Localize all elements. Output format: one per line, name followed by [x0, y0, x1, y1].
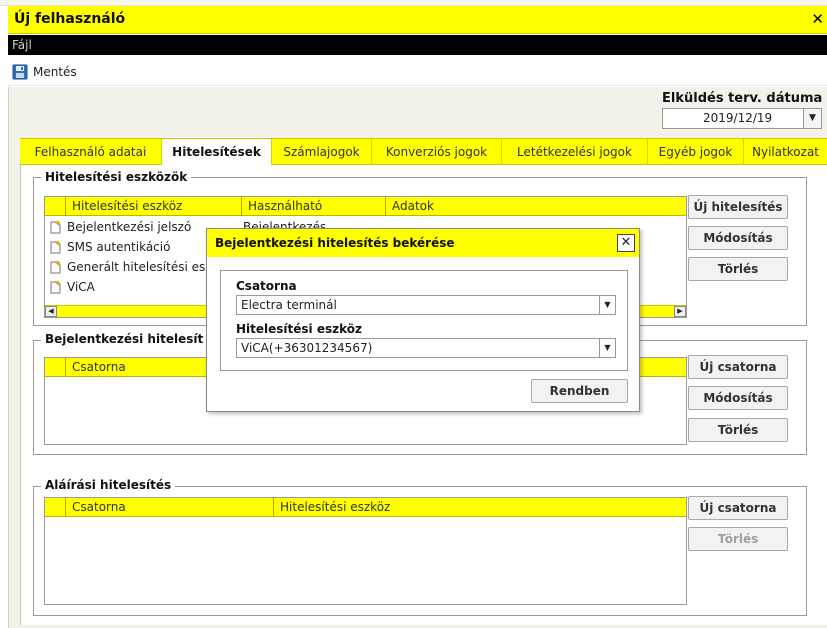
header-cell-channel[interactable]: Csatorna [66, 498, 274, 517]
new-document-icon [50, 240, 61, 254]
auth-tools-title: Hitelesítési eszközök [41, 170, 192, 184]
scroll-right-icon[interactable]: ▶ [674, 306, 686, 317]
scroll-left-icon[interactable]: ◀ [45, 306, 57, 317]
window-title: Új felhasználó [14, 11, 126, 27]
dialog-title: Bejelentkezési hitelesítés bekérése [215, 236, 455, 250]
channel-select[interactable]: Electra terminál ▼ [236, 295, 616, 315]
row-tool: ViCA [67, 280, 95, 294]
dialog-title-bar: Bejelentkezési hitelesítés bekérése ✕ [207, 229, 639, 257]
new-channel-button[interactable]: Új csatorna [688, 355, 788, 379]
header-cell-usable[interactable]: Használható [242, 197, 386, 216]
window-title-bar: Új felhasználó ✕ [8, 6, 827, 34]
row-tool: SMS autentikáció [67, 240, 171, 254]
new-document-icon [50, 260, 61, 274]
row-tool: Bejelentkezési jelszó [67, 220, 192, 234]
header-cell-select [45, 197, 66, 216]
header-cell-data[interactable]: Adatok [386, 197, 686, 216]
header-cell-tool[interactable]: Hitelesítési eszköz [66, 197, 242, 216]
tab-conversion-rights[interactable]: Konverziós jogok [372, 139, 502, 165]
delete-channel-button[interactable]: Törlés [688, 418, 788, 442]
tab-authentications[interactable]: Hitelesítések [162, 139, 272, 166]
grid-header: Csatorna Hitelesítési eszköz [45, 498, 686, 517]
chevron-down-icon[interactable]: ▼ [803, 109, 821, 128]
device-label: Hitelesítési eszköz [236, 322, 362, 336]
chevron-down-icon[interactable]: ▼ [599, 296, 615, 314]
channel-value: Electra terminál [241, 298, 337, 312]
tab-strip: Felhasználó adatai Hitelesítések Számlaj… [20, 138, 827, 166]
chevron-down-icon[interactable]: ▼ [599, 339, 615, 357]
tab-account-rights[interactable]: Számlajogok [272, 139, 372, 165]
tab-custody-rights[interactable]: Letétkezelési jogok [502, 139, 648, 165]
send-date-label: Elküldés terv. dátuma [662, 91, 823, 106]
new-document-icon [50, 220, 61, 234]
send-date-value: 2019/12/19 [703, 111, 773, 125]
new-sign-channel-button[interactable]: Új csatorna [688, 496, 788, 520]
channel-label: Csatorna [236, 279, 297, 293]
ok-button[interactable]: Rendben [531, 379, 628, 403]
header-cell-tool[interactable]: Hitelesítési eszköz [274, 498, 686, 517]
tab-user-data[interactable]: Felhasználó adatai [20, 139, 162, 165]
dialog-close-button[interactable]: ✕ [617, 234, 635, 252]
send-date-picker[interactable]: 2019/12/19 ▼ [662, 108, 822, 129]
dialog-fields-frame: Csatorna Electra terminál ▼ Hitelesítési… [220, 270, 628, 371]
floppy-disk-icon [12, 64, 28, 80]
delete-authentication-button[interactable]: Törlés [688, 257, 788, 281]
menu-bar: Fájl [8, 35, 827, 55]
edit-channel-button[interactable]: Módosítás [688, 386, 788, 410]
login-auth-dialog: Bejelentkezési hitelesítés bekérése ✕ Cs… [206, 228, 640, 412]
device-select[interactable]: ViCA(+36301234567) ▼ [236, 338, 616, 358]
save-button[interactable]: Mentés [12, 62, 77, 82]
header-cell-select [45, 358, 66, 377]
new-document-icon [50, 280, 61, 294]
save-label: Mentés [33, 65, 77, 79]
edit-authentication-button[interactable]: Módosítás [688, 226, 788, 250]
tab-declaration[interactable]: Nyilatkozat [744, 139, 827, 165]
delete-sign-channel-button[interactable]: Törlés [688, 527, 788, 551]
device-value: ViCA(+36301234567) [241, 341, 373, 355]
tab-other-rights[interactable]: Egyéb jogok [648, 139, 744, 165]
sign-auth-title: Aláírási hitelesítés [41, 478, 176, 492]
login-auth-title: Bejelentkezési hitelesít [41, 332, 208, 346]
header-cell-select [45, 498, 66, 517]
window-close-button[interactable]: ✕ [811, 10, 824, 28]
menu-item-file[interactable]: Fájl [12, 38, 32, 52]
sign-auth-grid[interactable]: Csatorna Hitelesítési eszköz [44, 497, 687, 605]
new-authentication-button[interactable]: Új hitelesítés [688, 195, 788, 219]
toolbar: Mentés [8, 56, 827, 86]
grid-header: Hitelesítési eszköz Használható Adatok [45, 197, 686, 216]
row-tool: Generált hitelesítési esz [67, 260, 212, 274]
